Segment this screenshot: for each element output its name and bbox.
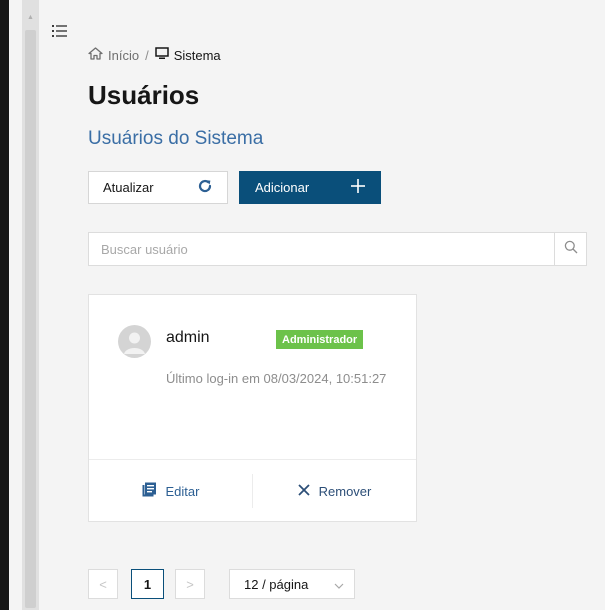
add-user-button[interactable]: Adicionar <box>239 171 381 204</box>
user-avatar-icon <box>118 325 151 358</box>
breadcrumb-separator: / <box>145 47 149 63</box>
add-button-label: Adicionar <box>255 180 310 195</box>
search-icon <box>564 240 578 259</box>
card-actions: Editar Remover <box>89 460 416 522</box>
scroll-up-arrow-icon[interactable]: ▲ <box>22 14 39 21</box>
edit-label: Editar <box>165 483 200 499</box>
page-size-value: 12 / página <box>244 576 309 592</box>
refresh-icon <box>197 178 213 197</box>
breadcrumb-current: Sistema <box>173 47 221 63</box>
breadcrumb-home-link[interactable]: Início <box>108 48 139 63</box>
home-icon <box>88 47 108 63</box>
role-badge: Administrador <box>276 330 364 349</box>
side-panel-scrollbar[interactable]: ▲ <box>22 0 39 610</box>
list-icon[interactable] <box>52 24 68 38</box>
user-name: admin <box>166 329 210 346</box>
next-page-button[interactable]: > <box>175 569 205 599</box>
plus-icon <box>351 179 365 196</box>
refresh-button[interactable]: Atualizar <box>88 171 228 204</box>
user-card: admin Administrador Último log-in em 08/… <box>88 294 417 522</box>
scrollbar-thumb[interactable] <box>25 30 36 608</box>
monitor-icon <box>154 47 174 63</box>
search-button[interactable] <box>554 233 586 265</box>
chevron-down-icon <box>334 577 344 592</box>
close-icon <box>297 483 319 499</box>
last-login-text: Último log-in em 08/03/2024, 10:51:27 <box>166 371 387 386</box>
refresh-button-label: Atualizar <box>103 180 154 195</box>
prev-page-button[interactable]: < <box>88 569 118 599</box>
page-number-button[interactable]: 1 <box>131 569 164 599</box>
search-input[interactable] <box>89 233 586 265</box>
left-nav-rail <box>0 0 9 610</box>
breadcrumb: Início / Sistema <box>88 47 221 63</box>
page-subtitle: Usuários do Sistema <box>88 128 264 149</box>
search-box <box>88 232 587 266</box>
edit-icon <box>142 482 166 500</box>
page-title: Usuários <box>88 80 200 110</box>
remove-user-button[interactable]: Remover <box>253 460 416 522</box>
remove-label: Remover <box>318 483 372 499</box>
page-size-select[interactable]: 12 / página <box>229 569 355 599</box>
edit-user-button[interactable]: Editar <box>89 460 252 522</box>
